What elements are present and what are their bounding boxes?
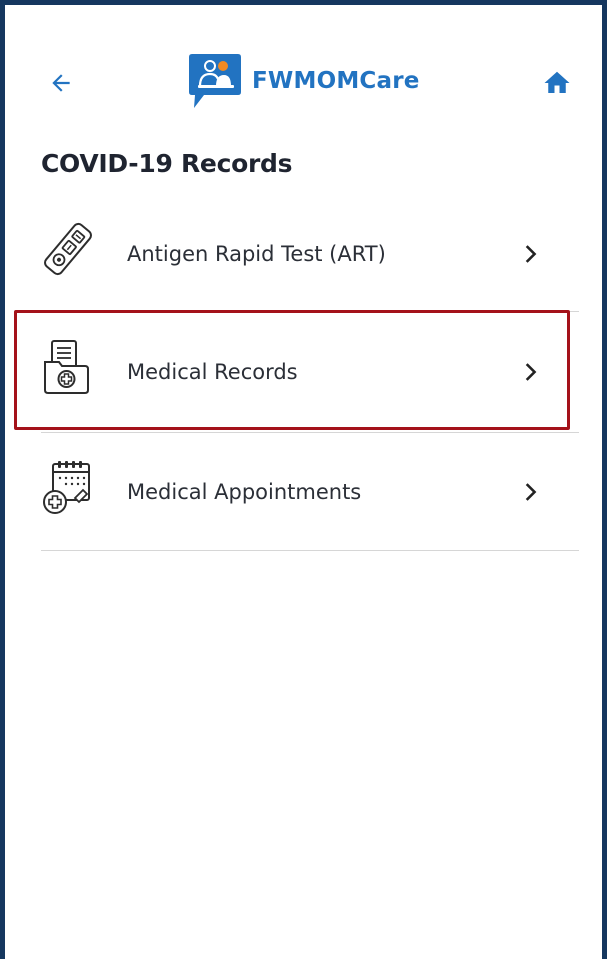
menu-item-antigen-rapid-test[interactable]: Antigen Rapid Test (ART) bbox=[5, 195, 602, 313]
chevron-right-icon bbox=[525, 483, 537, 501]
calendar-medical-icon bbox=[43, 461, 90, 514]
home-icon bbox=[544, 71, 570, 93]
menu-item-label: Antigen Rapid Test (ART) bbox=[127, 242, 386, 266]
medical-folder-icon bbox=[44, 340, 89, 394]
page-title: COVID-19 Records bbox=[41, 149, 293, 178]
home-button[interactable] bbox=[537, 63, 577, 103]
app-logo: FWMOMCare bbox=[188, 51, 420, 111]
divider bbox=[41, 550, 579, 551]
back-button[interactable] bbox=[41, 63, 81, 103]
app-frame: FWMOMCare COVID-19 Records Antigen Rapid… bbox=[0, 0, 607, 959]
menu-item-medical-records[interactable]: Medical Records bbox=[5, 313, 602, 431]
menu-item-label: Medical Records bbox=[127, 360, 298, 384]
app-name: FWMOMCare bbox=[252, 68, 420, 94]
app-header: FWMOMCare bbox=[5, 47, 602, 115]
divider bbox=[41, 311, 579, 312]
test-kit-icon bbox=[44, 222, 92, 276]
chevron-right-icon bbox=[525, 245, 537, 263]
menu-item-label: Medical Appointments bbox=[127, 480, 362, 504]
arrow-left-icon bbox=[52, 74, 70, 92]
fwmomcare-logo-icon bbox=[189, 54, 241, 108]
menu-item-medical-appointments[interactable]: Medical Appointments bbox=[5, 433, 602, 551]
chevron-right-icon bbox=[525, 363, 537, 381]
